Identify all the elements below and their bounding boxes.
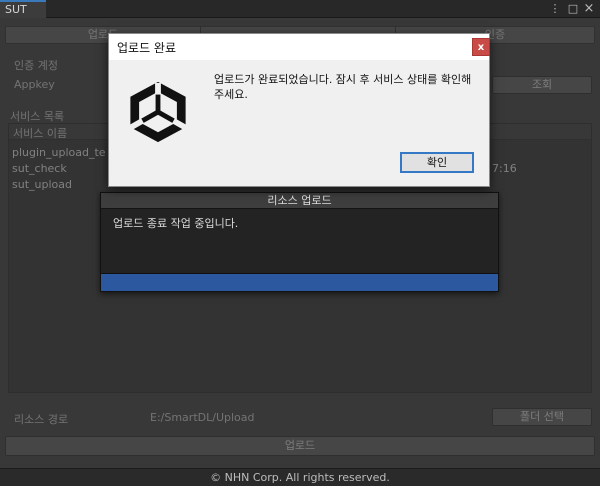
resource-path-label: 리소스 경로 — [14, 413, 69, 426]
unity-logo-icon — [127, 81, 189, 143]
window-tab-bar — [0, 0, 600, 18]
footer-copyright: © NHN Corp. All rights reserved. — [0, 468, 600, 486]
service-item[interactable]: sut_upload — [12, 178, 72, 191]
column-service-name[interactable]: 서비스 이름 — [13, 125, 67, 141]
dialog-close-button[interactable]: x — [472, 38, 490, 56]
dialog-body: 업로드가 완료되었습니다. 잠시 후 서비스 상태를 확인해 주세요. 확인 — [109, 60, 489, 186]
upload-button[interactable]: 업로드 — [5, 436, 595, 456]
services-section-label: 서비스 목록 — [10, 110, 65, 123]
progress-message: 업로드 종료 작업 중입니다. — [113, 217, 239, 230]
service-item[interactable]: sut_check — [12, 162, 67, 175]
dialog-message: 업로드가 완료되었습니다. 잠시 후 서비스 상태를 확인해 주세요. — [214, 73, 472, 101]
maximize-icon[interactable]: □ — [566, 2, 580, 16]
upload-complete-dialog: 업로드 완료 x 업로드가 완료되었습니다. 잠시 후 서비스 상태를 확인해 … — [108, 33, 490, 187]
menu-icon[interactable]: ⋮ — [548, 2, 562, 16]
resource-path-value: E:/SmartDL/Upload — [150, 411, 255, 424]
auth-section-label: 인증 계정 — [14, 59, 58, 72]
service-time-partial: 7:16 — [492, 162, 517, 175]
progress-bar — [101, 273, 498, 291]
progress-dialog: 리소스 업로드 업로드 종료 작업 중입니다. — [100, 192, 499, 292]
lookup-button[interactable]: 조회 — [492, 76, 592, 94]
progress-title: 리소스 업로드 — [101, 193, 498, 209]
window-tab-sut[interactable]: SUT — [0, 0, 46, 18]
dialog-title: 업로드 완료 — [117, 41, 177, 55]
progress-bar-fill — [101, 274, 498, 291]
service-item[interactable]: plugin_upload_te — [12, 146, 106, 159]
close-window-icon[interactable]: × — [582, 2, 596, 16]
folder-select-button[interactable]: 폴더 선택 — [492, 408, 592, 426]
dialog-titlebar: 업로드 완료 x — [109, 34, 490, 60]
appkey-label: Appkey — [14, 78, 55, 91]
ok-button[interactable]: 확인 — [400, 152, 474, 173]
